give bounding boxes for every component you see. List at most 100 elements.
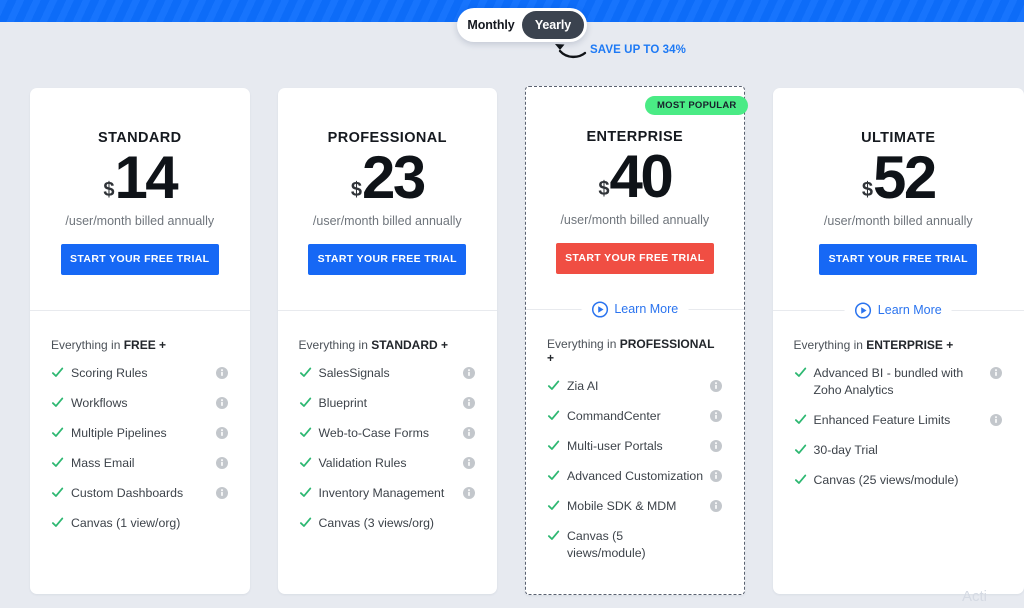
start-free-trial-button-ultimate[interactable]: START YOUR FREE TRIAL [819, 244, 978, 275]
card-divider-ultimate: Learn More [772, 299, 1024, 321]
billing-period-toggle[interactable]: Monthly Yearly [457, 8, 587, 42]
info-icon[interactable] [215, 487, 228, 499]
pricing-card-standard[interactable]: STANDARD $ 14 /user/month billed annuall… [30, 88, 250, 594]
features-heading-prefix: Everything in [547, 337, 620, 351]
most-popular-badge: MOST POPULAR [645, 96, 748, 115]
check-icon [794, 414, 806, 424]
info-icon[interactable] [709, 500, 722, 512]
info-icon[interactable] [709, 410, 722, 422]
info-icon[interactable] [215, 427, 228, 439]
price-standard: $ 14 [30, 148, 250, 208]
check-icon [794, 367, 806, 377]
feature-item: Custom Dashboards [51, 485, 228, 502]
feature-item: Canvas (5 views/module) [547, 528, 722, 562]
feature-item: Inventory Management [299, 485, 476, 502]
divider-line [277, 310, 498, 311]
learn-more-label: Learn More [614, 302, 679, 316]
feature-label: Zia AI [567, 379, 599, 393]
toggle-option-monthly[interactable]: Monthly [460, 11, 522, 39]
features-heading-prefix: Everything in [51, 338, 124, 352]
info-icon[interactable] [463, 397, 476, 409]
check-icon [548, 470, 560, 480]
feature-label: Canvas (3 views/org) [318, 516, 435, 530]
card-slot-standard: STANDARD $ 14 /user/month billed annuall… [0, 88, 278, 595]
price-professional: $ 23 [278, 148, 498, 208]
info-icon[interactable] [709, 470, 722, 482]
info-icon[interactable] [990, 367, 1002, 379]
feature-item: Enhanced Feature Limits [794, 412, 1002, 429]
info-icon[interactable] [463, 427, 476, 439]
feature-item: Scoring Rules [51, 365, 228, 382]
pricing-card-professional[interactable]: PROFESSIONAL $ 23 /user/month billed ann… [277, 88, 498, 594]
play-circle-icon [855, 301, 872, 319]
feature-item: Mobile SDK & MDM [547, 498, 722, 515]
billing-note-standard: /user/month billed annually [65, 214, 215, 228]
check-icon [299, 427, 311, 437]
feature-label: 30-day Trial [813, 443, 878, 457]
pricing-card-ultimate[interactable]: ULTIMATE $ 52 /user/month billed annuall… [772, 88, 1024, 594]
check-icon [794, 444, 806, 454]
feature-item: Canvas (1 view/org) [51, 515, 228, 532]
card-divider-enterprise: Learn More [526, 298, 744, 320]
features-heading-professional: Everything in STANDARD + [299, 338, 476, 352]
feature-item: Blueprint [299, 395, 476, 412]
feature-item: SalesSignals [299, 365, 476, 382]
features-heading-bold: STANDARD + [371, 338, 448, 352]
feature-label: Custom Dashboards [71, 486, 184, 500]
start-free-trial-button-professional[interactable]: START YOUR FREE TRIAL [308, 244, 467, 275]
billing-note-enterprise: /user/month billed annually [560, 213, 710, 227]
features-heading-prefix: Everything in [793, 338, 867, 352]
info-icon[interactable] [709, 440, 722, 452]
learn-more-link-enterprise[interactable]: Learn More [581, 298, 689, 320]
currency-symbol: $ [103, 179, 115, 201]
feature-label: Canvas (1 view/org) [71, 516, 181, 530]
info-icon[interactable] [990, 414, 1002, 426]
info-icon[interactable] [463, 487, 476, 499]
start-free-trial-button-standard[interactable]: START YOUR FREE TRIAL [60, 244, 219, 275]
card-header-standard: STANDARD $ 14 /user/month billed annuall… [30, 88, 250, 275]
feature-item: Web-to-Case Forms [299, 425, 476, 442]
price-amount: 52 [872, 144, 937, 211]
pricing-cards-row: STANDARD $ 14 /user/month billed annuall… [0, 86, 1024, 595]
check-icon [299, 517, 311, 527]
info-icon[interactable] [463, 367, 476, 379]
play-circle-icon [591, 300, 608, 318]
price-amount: 23 [361, 144, 426, 211]
feature-item: Validation Rules [299, 455, 476, 472]
billing-note-professional: /user/month billed annually [312, 214, 462, 228]
info-icon[interactable] [215, 457, 228, 469]
features-professional: Everything in STANDARD + SalesSignals Bl… [278, 321, 498, 532]
pricing-card-enterprise[interactable]: MOST POPULAR ENTERPRISE $ 40 /user/month… [525, 86, 748, 595]
features-heading-standard: Everything in FREE + [51, 338, 228, 352]
check-icon [548, 440, 560, 450]
check-icon [548, 410, 560, 420]
feature-item: Advanced BI - bundled with Zoho Analytic… [794, 365, 1002, 399]
start-free-trial-button-enterprise[interactable]: START YOUR FREE TRIAL [555, 243, 714, 274]
features-enterprise: Everything in PROFESSIONAL + Zia AI Comm… [526, 320, 744, 562]
activate-windows-watermark: Acti [962, 588, 988, 605]
learn-more-link-ultimate[interactable]: Learn More [844, 299, 952, 321]
check-icon [51, 487, 64, 497]
price-ultimate: $ 52 [773, 148, 1024, 208]
save-up-to-label: SAVE UP TO 34% [590, 44, 686, 56]
card-header-enterprise: ENTERPRISE $ 40 /user/month billed annua… [526, 87, 744, 274]
info-icon[interactable] [215, 367, 228, 379]
features-heading-bold: FREE + [123, 338, 167, 352]
feature-label: Mobile SDK & MDM [567, 499, 677, 513]
check-icon [51, 517, 64, 527]
features-ultimate: Everything in ENTERPRISE + Advanced BI -… [773, 321, 1024, 489]
feature-label: Mass Email [71, 456, 135, 470]
toggle-option-yearly[interactable]: Yearly [522, 11, 584, 39]
feature-item: Canvas (3 views/org) [299, 515, 476, 532]
learn-more-label: Learn More [877, 303, 942, 317]
feature-item: Advanced Customization [547, 468, 722, 485]
feature-label: CommandCenter [567, 409, 661, 423]
info-icon[interactable] [463, 457, 476, 469]
info-icon[interactable] [709, 380, 722, 392]
feature-label: Web-to-Case Forms [318, 426, 429, 440]
card-slot-enterprise: MOST POPULAR ENTERPRISE $ 40 /user/month… [525, 86, 773, 595]
card-slot-ultimate: ULTIMATE $ 52 /user/month billed annuall… [772, 88, 1024, 595]
feature-item: CommandCenter [547, 408, 722, 425]
info-icon[interactable] [215, 397, 228, 409]
feature-item: Multi-user Portals [547, 438, 722, 455]
